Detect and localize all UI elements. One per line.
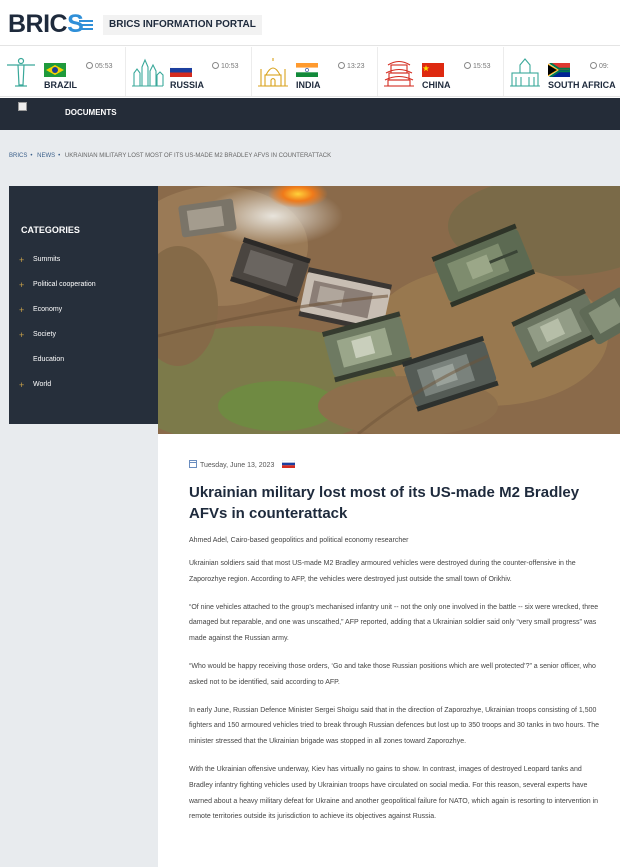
logo-text: BRIC [8, 10, 68, 38]
main-nav: DOCUMENTS [0, 98, 620, 130]
country-russia[interactable]: RUSSIA 10:53 [126, 47, 252, 96]
article-paragraph: “Of nine vehicles attached to the group’… [189, 603, 599, 643]
breadcrumb-separator: • [58, 153, 61, 159]
clock-icon [212, 62, 219, 69]
destroyed-vehicles-photo [158, 186, 620, 434]
breadcrumb-home[interactable]: BRICS [9, 153, 27, 159]
categories-panel: CATEGORIES + Summits + Political cooperati… [9, 186, 158, 424]
broken-image-icon [18, 102, 27, 111]
kremlin-icon [132, 58, 164, 87]
article-paragraph: “Who would be happy receiving those orde… [189, 662, 596, 686]
country-name: SOUTH AFRICA [548, 80, 616, 90]
portal-title: BRICS INFORMATION PORTAL [103, 15, 262, 35]
article-paragraph: Ukrainian soldiers said that most US-mad… [189, 560, 576, 583]
breadcrumb-area: BRICS • NEWS • UKRAINIAN MILITARY LOST MOS… [0, 130, 620, 186]
russia-flag-icon [170, 63, 192, 77]
russia-flag-icon [282, 460, 296, 468]
south-africa-flag-icon [548, 63, 570, 77]
article-date-line: Tuesday, June 13, 2023 [189, 460, 601, 472]
plus-icon: + [19, 280, 25, 290]
breadcrumb-news[interactable]: NEWS [37, 153, 55, 159]
country-name: BRAZIL [44, 80, 77, 90]
taj-mahal-icon [258, 58, 288, 87]
country-time: 15:53 [464, 62, 491, 70]
country-south-africa[interactable]: SOUTH AFRICA 09: [504, 47, 620, 96]
article-hero-image [158, 186, 620, 434]
breadcrumb-separator: • [30, 153, 33, 159]
article-author: Ahmed Adel, Cairo-based geopolitics and … [189, 537, 409, 544]
clock-icon [464, 62, 471, 69]
plus-icon: + [19, 330, 25, 340]
city-hall-icon [510, 58, 540, 87]
country-china[interactable]: CHINA 15:53 [378, 47, 504, 96]
brics-logo[interactable]: BRICS [8, 9, 84, 39]
breadcrumb-current: UKRAINIAN MILITARY LOST MOST OF ITS US-M… [64, 153, 332, 159]
clock-icon [590, 62, 597, 69]
countries-strip: BRAZIL 05:53 RUSSIA 10:53 INDIA 13:23 CH… [0, 47, 620, 97]
calendar-icon [189, 460, 197, 468]
plus-icon: + [19, 305, 25, 315]
india-flag-icon [296, 63, 318, 77]
nav-documents[interactable]: DOCUMENTS [65, 108, 117, 117]
article: Tuesday, June 13, 2023 Ukrainian militar… [189, 460, 601, 825]
country-time: 05:53 [86, 62, 113, 70]
article-date: Tuesday, June 13, 2023 [200, 462, 275, 469]
clock-icon [86, 62, 93, 69]
country-india[interactable]: INDIA 13:23 [252, 47, 378, 96]
christ-statue-icon [7, 57, 35, 87]
menu-icon[interactable] [79, 20, 93, 30]
site-header: BRICS BRICS INFORMATION PORTAL [0, 0, 620, 46]
plus-icon: + [19, 380, 25, 390]
plus-icon: + [19, 255, 25, 265]
categories-title: CATEGORIES [21, 225, 80, 235]
country-name: CHINA [422, 80, 451, 90]
country-time: 13:23 [338, 62, 365, 70]
breadcrumb: BRICS • NEWS • UKRAINIAN MILITARY LOST MOS… [9, 153, 334, 159]
country-name: INDIA [296, 80, 321, 90]
article-title: Ukrainian military lost most of its US-m… [189, 484, 580, 522]
clock-icon [338, 62, 345, 69]
country-time: 10:53 [212, 62, 239, 70]
china-flag-icon [422, 63, 444, 77]
article-paragraph: In early June, Russian Defence Minister … [189, 706, 600, 746]
brazil-flag-icon [44, 63, 66, 77]
pagoda-icon [384, 60, 414, 87]
country-time: 09: [590, 62, 609, 70]
country-name: RUSSIA [170, 80, 205, 90]
article-paragraph: With the Ukrainian offensive underway, K… [189, 765, 599, 821]
country-brazil[interactable]: BRAZIL 05:53 [0, 47, 126, 96]
